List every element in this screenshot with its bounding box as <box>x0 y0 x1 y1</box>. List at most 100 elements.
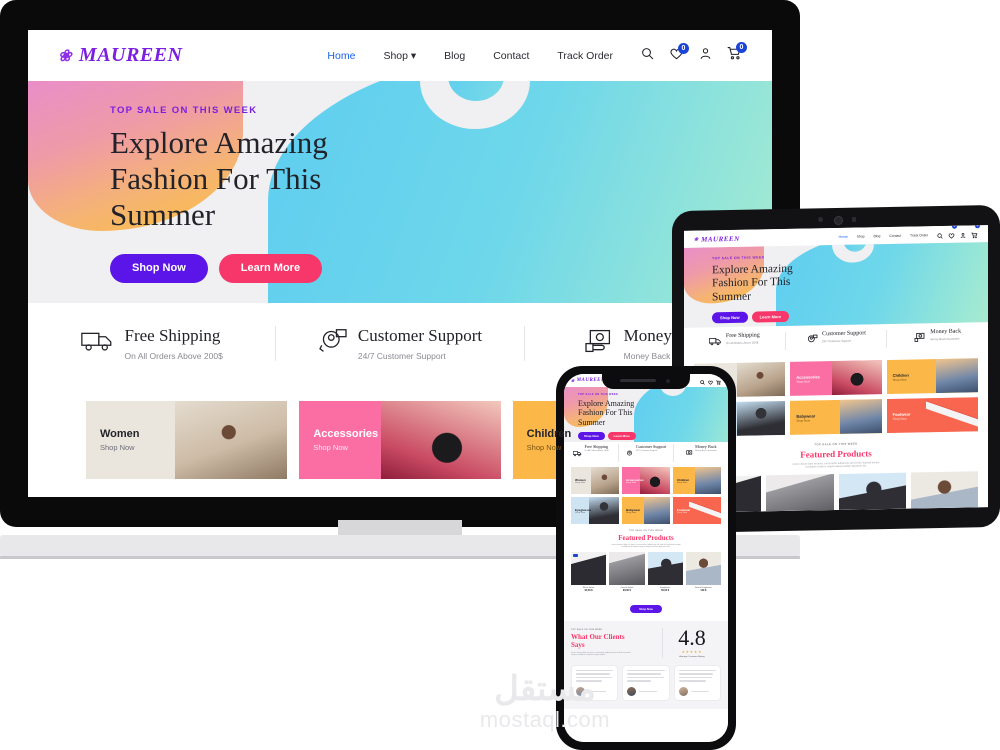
search-icon[interactable] <box>641 47 654 65</box>
product-card[interactable]: Sunglasses 56,00 $ <box>647 552 683 592</box>
cart-count-badge: 0 <box>736 42 747 53</box>
nav-item-contact[interactable]: Contact <box>889 233 901 237</box>
phone-hero-content: TOP SALE ON THIS WEEK Explore Amazing Fa… <box>578 393 636 440</box>
phone-category-grid: Women Shop Now Accessories Shop Now Chil… <box>564 463 728 524</box>
nav-item-home[interactable]: Home <box>839 234 848 238</box>
nav-item-home[interactable]: Home <box>327 50 355 62</box>
nav-item-contact[interactable]: Contact <box>493 50 529 62</box>
desktop-hero: TOP SALE ON THIS WEEK Explore Amazing Fa… <box>28 81 772 303</box>
category-subtitle: Shop Now <box>796 417 811 423</box>
category-subtitle: Shop Now <box>313 443 348 452</box>
category-card[interactable]: Footwear Shop Now <box>673 497 721 524</box>
account-user-icon[interactable] <box>699 47 712 65</box>
category-card[interactable]: Women Shop Now <box>571 467 619 494</box>
shop-now-button[interactable]: Shop Now <box>110 253 208 283</box>
feature-title: Customer Support <box>635 443 667 449</box>
hero-buttons: Shop Now Learn More <box>712 310 793 324</box>
category-text: Children Shop Now <box>527 428 572 452</box>
feature-customer-support: Customer Support 24/7 Customer Support <box>618 443 673 462</box>
category-title: Women <box>575 477 586 482</box>
feature-text: Customer Support 24/7 Customer Support <box>358 326 482 361</box>
product-card[interactable]: Round Sunglasses 149 $ <box>685 552 721 592</box>
nav-item-track-order[interactable]: Track Order <box>557 50 613 62</box>
product-card[interactable]: Casual Jacket 96,00 $ <box>766 474 834 513</box>
category-card[interactable]: Eyeglasses Shop Now <box>571 497 619 524</box>
hero-buttons: Shop Now Learn More <box>578 431 636 440</box>
category-card[interactable]: Accessories Shop Now <box>299 401 501 479</box>
category-card[interactable]: Children Shop Now <box>886 358 978 395</box>
nav-item-blog[interactable]: Blog <box>874 234 881 238</box>
feature-text: Money Back Money Back Guarantee <box>930 329 961 342</box>
hero-title-line3: Summer <box>712 290 751 304</box>
shop-now-button[interactable]: Shop Now <box>578 431 605 440</box>
phone-hero: TOP SALE ON THIS WEEK Explore Amazing Fa… <box>564 387 728 442</box>
product-card[interactable]: Round Sunglasses 149 $ <box>910 471 978 513</box>
product-card[interactable]: Casual Jacket 96,00 $ <box>609 552 645 592</box>
learn-more-button[interactable]: Learn More <box>607 431 636 440</box>
phone-features: Free Shipping On All Orders Above 200$ C… <box>564 442 728 463</box>
category-card[interactable]: Accessories Shop Now <box>790 360 882 396</box>
nav-item-shop[interactable]: Shop ▾ <box>383 50 416 62</box>
product-image <box>647 552 683 585</box>
category-card[interactable]: Babywear Shop Now <box>790 399 882 435</box>
brand-logo[interactable]: ❀ MAUREEN <box>571 378 605 383</box>
rating-label: Average Customer Rating <box>679 655 705 658</box>
delivery-truck-icon <box>80 328 115 359</box>
feature-subtitle: Money Back Guarantee <box>930 336 960 342</box>
delivery-truck-icon <box>708 333 722 351</box>
testimonial-title-line2: Says <box>571 641 585 650</box>
nav-item-blog[interactable]: Blog <box>444 50 465 62</box>
category-photo <box>589 497 619 524</box>
feature-title: Customer Support <box>822 330 866 338</box>
nav-item-shop[interactable]: Shop <box>857 234 865 238</box>
testimonial-eyebrow: TOP SALE ON THIS WEEK <box>571 629 603 632</box>
desktop-nav-links: Home Shop ▾ Blog Contact Track Order <box>327 50 613 62</box>
product-image <box>766 474 834 513</box>
category-title: Children <box>892 372 909 378</box>
category-title: Footwear <box>677 507 691 512</box>
search-icon[interactable] <box>937 225 943 243</box>
product-price: 56,00 $ <box>661 589 670 592</box>
testimonial-title-line1: What Our Clients <box>571 633 625 642</box>
feature-free-shipping: Free Shipping On All Orders Above 200$ <box>28 326 275 361</box>
category-photo <box>926 397 978 433</box>
category-card[interactable]: Women Shop Now <box>86 401 288 479</box>
hero-blob-right <box>634 387 728 442</box>
category-card[interactable]: Children Shop Now <box>673 467 721 494</box>
cart-icon[interactable]: 0 <box>971 225 980 243</box>
hero-eyebrow: TOP SALE ON THIS WEEK <box>712 255 765 261</box>
testimonial-card <box>673 664 721 701</box>
category-title: Accessories <box>626 477 644 482</box>
wishlist-heart-icon[interactable]: 0 <box>948 225 957 243</box>
category-subtitle: Shop Now <box>892 377 907 382</box>
category-photo <box>644 497 670 524</box>
learn-more-button[interactable]: Learn More <box>751 310 790 323</box>
feature-text: Free Shipping On All Orders Above 200$ <box>125 326 223 361</box>
category-card[interactable]: Babywear Shop Now <box>622 497 670 524</box>
category-text: Accessories Shop Now <box>313 428 378 452</box>
product-card[interactable]: Sunglasses 56,00 $ <box>838 472 906 513</box>
shop-now-button[interactable]: Shop Now <box>712 311 748 324</box>
cart-icon[interactable]: 0 <box>727 42 747 65</box>
category-card[interactable]: Footwear Shop Now <box>886 397 978 434</box>
brand-name: MAUREEN <box>701 234 740 244</box>
cart-count-badge: 0 <box>975 225 980 228</box>
nav-item-track-order[interactable]: Track Order <box>910 233 928 237</box>
brand-logo[interactable]: ❀ MAUREEN <box>694 234 740 243</box>
brand-logo[interactable]: ❀ MAUREEN <box>58 44 182 67</box>
feature-text: Free Shipping On All Orders Above 200$ <box>726 332 760 345</box>
learn-more-button[interactable]: Learn More <box>218 253 323 283</box>
account-user-icon[interactable] <box>960 225 966 243</box>
featured-shop-now-button[interactable]: Shop Now <box>630 605 662 613</box>
hero-title: Explore Amazing Fashion For This Summer <box>110 125 328 233</box>
hero-title-line1: Explore Amazing <box>110 125 328 160</box>
desktop-hero-content: TOP SALE ON THIS WEEK Explore Amazing Fa… <box>110 105 328 283</box>
flower-icon: ❀ <box>571 378 575 383</box>
category-photo <box>380 401 501 479</box>
product-card[interactable]: Black Jacket 90,00 $ <box>571 552 607 592</box>
wishlist-heart-icon[interactable]: 0 <box>669 42 689 65</box>
feature-free-shipping: Free Shipping On All Orders Above 200$ <box>684 332 785 352</box>
category-card[interactable]: Accessories Shop Now <box>622 467 670 494</box>
brand-name: MAUREEN <box>78 44 183 66</box>
rating-stars: ★★★★★ <box>681 649 703 654</box>
